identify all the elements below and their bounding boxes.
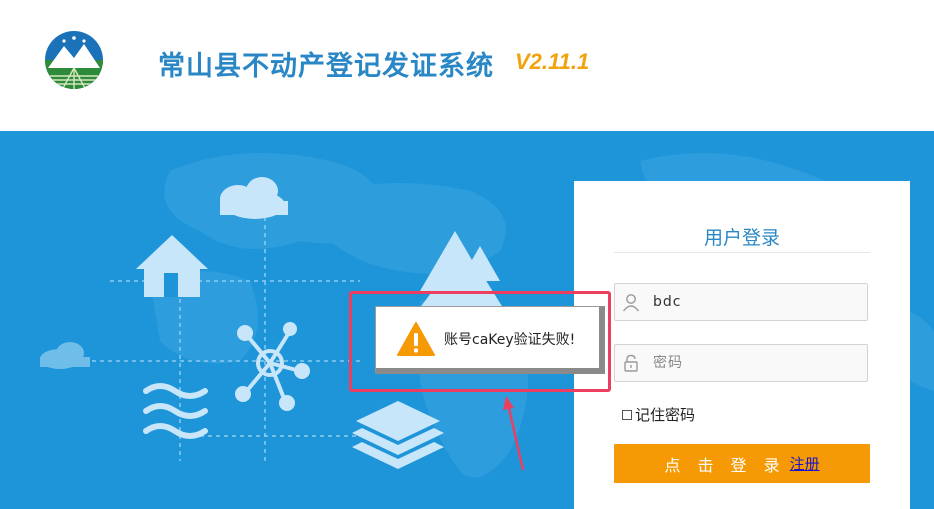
app-version: V2.11.1: [515, 49, 590, 74]
remember-label: 记住密码: [635, 406, 696, 424]
username-field[interactable]: [614, 283, 868, 321]
register-link[interactable]: 注册: [790, 453, 820, 474]
user-icon: [622, 294, 640, 312]
login-button[interactable]: 点 击 登 录 注册: [614, 444, 870, 483]
remember-password[interactable]: 记住密码: [622, 404, 695, 425]
username-input[interactable]: [653, 284, 858, 320]
alert-dialog: 账号caKey验证失败!: [375, 306, 605, 374]
app-title: 常山县不动产登记发证系统: [158, 51, 494, 82]
app-logo: [45, 31, 103, 89]
lock-icon: [624, 354, 638, 372]
password-input[interactable]: [653, 345, 858, 381]
header: 常山县不动产登记发证系统 V2.11.1: [0, 0, 934, 131]
login-title: 用户登录: [703, 227, 780, 249]
alert-message: 账号caKey验证失败!: [444, 332, 576, 348]
login-button-label: 点 击 登 录: [664, 455, 786, 475]
warning-icon: [397, 322, 435, 356]
title-divider: [614, 252, 870, 253]
login-panel: 用户登录 记住密码 点 击 登 录 注册: [574, 181, 910, 509]
password-field[interactable]: [614, 344, 868, 382]
remember-checkbox[interactable]: [622, 409, 632, 420]
